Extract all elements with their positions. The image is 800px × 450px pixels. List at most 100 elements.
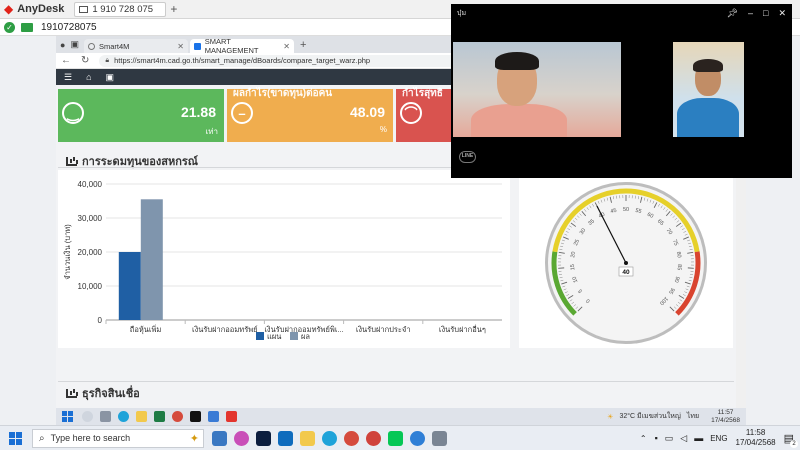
kpi-label: ผลกำไร(ขาดทุน)ต่อคน [233,88,333,99]
kpi-value: 21.88 [180,104,216,120]
taskbar-app-icon[interactable] [410,430,425,446]
close-tab-icon[interactable]: ✕ [177,42,184,51]
back-arrow-icon[interactable]: ← [61,55,71,66]
y-tick-label: 30,000 [78,214,103,223]
battery-icon[interactable]: ▬ [694,433,703,443]
remote-anydesk-icon[interactable] [226,411,237,422]
video-call-window[interactable]: บุ๋ม 📌︎ – □ ✕ LINE [451,4,792,178]
video-call-title: บุ๋ม [457,9,467,17]
remote-app-icon[interactable] [208,411,219,422]
taskbar-search[interactable]: ⌕ Type here to search ✦ [32,428,204,448]
legend-swatch [290,332,298,340]
x-tick-label: เงินรับฝากออมทรัพย์ [192,325,258,334]
anydesk-session-label: 1 910 728 075 [92,3,154,15]
remote-app-icon[interactable] [190,411,201,422]
minimize-icon[interactable]: – [748,8,753,19]
host-system-tray: ⌃ ▪ ▭ ◁ ▬ ENG 11:58 17/04/2568 ▤ 2 [640,428,800,448]
remote-clock[interactable]: 11:57 17/4/2568 [705,409,740,425]
reload-icon[interactable]: ↻ [81,55,89,66]
sad-face-icon: ⌒ [400,102,422,124]
taskbar-app-icon[interactable] [212,430,227,446]
gauge-tick-label: 20 [570,251,577,258]
kpi-card-net-profit: กำไรสุทธิ ⌒ [396,88,456,142]
edge-icon[interactable] [322,430,337,446]
anydesk-brand: AnyDesk [17,3,65,15]
notification-badge: 2 [790,439,798,448]
taskbar-app-icon[interactable] [366,430,381,446]
x-tick-label: เงินรับฝากประจำ [356,325,411,334]
new-tab-button[interactable]: + [300,39,306,51]
tab-label: SMART MANAGEMENT [204,37,259,55]
home-icon[interactable]: ⌂ [86,72,91,82]
anydesk-address[interactable]: 1910728075 [41,22,97,33]
connection-ok-icon: ✓ [4,21,15,33]
host-lang[interactable]: ENG [710,434,727,443]
volume-icon[interactable]: ◁ [680,433,687,444]
file-explorer-icon[interactable] [300,430,315,446]
camera-icon[interactable]: ▪ [655,433,658,443]
gauge-value-label: 40 [622,269,630,276]
close-tab-icon[interactable]: ✕ [283,42,290,51]
kpi-card-ratio: ‿ 21.88 เท่า [58,89,224,142]
profile-icon[interactable]: ● [60,40,65,50]
neutral-face-icon: – [231,102,253,124]
line-logo-icon: LINE [459,151,476,163]
window-controls: 📌︎ – □ ✕ [727,8,786,19]
host-clock[interactable]: 11:58 17/04/2568 [736,428,776,448]
maximize-icon[interactable]: □ [763,8,768,19]
remote-taskview-icon[interactable] [100,411,111,422]
taskbar-app-icon[interactable] [234,430,249,446]
participant-video-self [673,42,744,137]
video-call-titlebar: บุ๋ม 📌︎ – □ ✕ [451,4,792,22]
network-icon[interactable]: ▭ [665,433,674,444]
kpi-unit: เท่า [205,127,219,136]
y-tick-label: 10,000 [78,282,103,291]
capital-chart-panel: 0 10,000 20,000 30,000 40,000 ถือหุ้นเพิ่ม เงิ… [58,170,510,348]
chrome-icon[interactable] [344,430,359,446]
url-text: https://smart4m.cad.go.th/smart_manage/d… [114,56,371,65]
anydesk-session-tab[interactable]: 1 910 728 075 [74,1,167,17]
gauge-tick-label: 15 [570,264,576,271]
close-icon[interactable]: ✕ [778,8,786,19]
y-axis-label: จำนวนเงิน (บาท) [63,224,72,280]
weather-icon: ☀ [607,413,614,421]
remote-edge-icon[interactable] [118,411,129,422]
tab-smart4m[interactable]: Smart4M ✕ [83,39,188,53]
smile-face-icon: ‿ [62,102,84,124]
line-app-icon[interactable] [388,430,403,446]
chevron-up-icon[interactable]: ⌃ [640,434,647,443]
tab-smart-management[interactable]: SMART MANAGEMENT ✕ [189,37,294,55]
remote-folder-icon[interactable] [136,411,147,422]
notification-icon[interactable]: ▤ 2 [784,432,798,448]
start-button[interactable] [9,431,22,445]
remote-start-button[interactable] [62,411,73,422]
remote-chrome-icon[interactable] [172,411,183,422]
person-figure [677,98,739,137]
tab-actions-icon[interactable]: ▣ [70,39,79,50]
gauge-panel: 0510152025303540455055606570758085909510… [519,170,733,348]
y-tick-label: 20,000 [78,248,103,257]
kpi-label: กำไรสุทธิ [402,88,443,99]
outlook-icon[interactable] [278,430,293,446]
taskbar-app-icon[interactable] [432,430,447,446]
photoshop-icon[interactable] [256,430,271,446]
kpi-value: 48.09 [349,104,385,120]
remote-system-tray: ☀ 32°C มีเมฆส่วนใหญ่ ไทย 11:57 17/4/2568 [601,409,746,425]
remote-weather[interactable]: 32°C มีเมฆส่วนใหญ่ [619,411,680,422]
bar-1-0 [140,199,163,320]
fullscreen-icon[interactable]: ▣ [106,72,115,83]
menu-icon[interactable]: ☰ [64,72,72,83]
remote-lang[interactable]: ไทย [687,411,699,422]
lock-icon: 🔒︎ [105,56,110,64]
remote-monitor-icon[interactable] [21,22,33,32]
remote-search-icon[interactable] [82,411,93,422]
pin-icon[interactable]: 📌︎ [727,8,738,19]
legend-swatch [256,332,264,340]
anydesk-add-tab-button[interactable]: + [170,2,177,16]
person-figure [693,59,723,72]
legend-label: แผน [267,332,281,341]
remote-taskbar: ☀ 32°C มีเมฆส่วนใหญ่ ไทย 11:57 17/4/2568 [56,408,746,425]
remote-excel-icon[interactable] [154,411,165,422]
search-placeholder: Type here to search [50,433,131,443]
capital-bar-chart: 0 10,000 20,000 30,000 40,000 ถือหุ้นเพิ่ม เงิ… [63,180,502,341]
